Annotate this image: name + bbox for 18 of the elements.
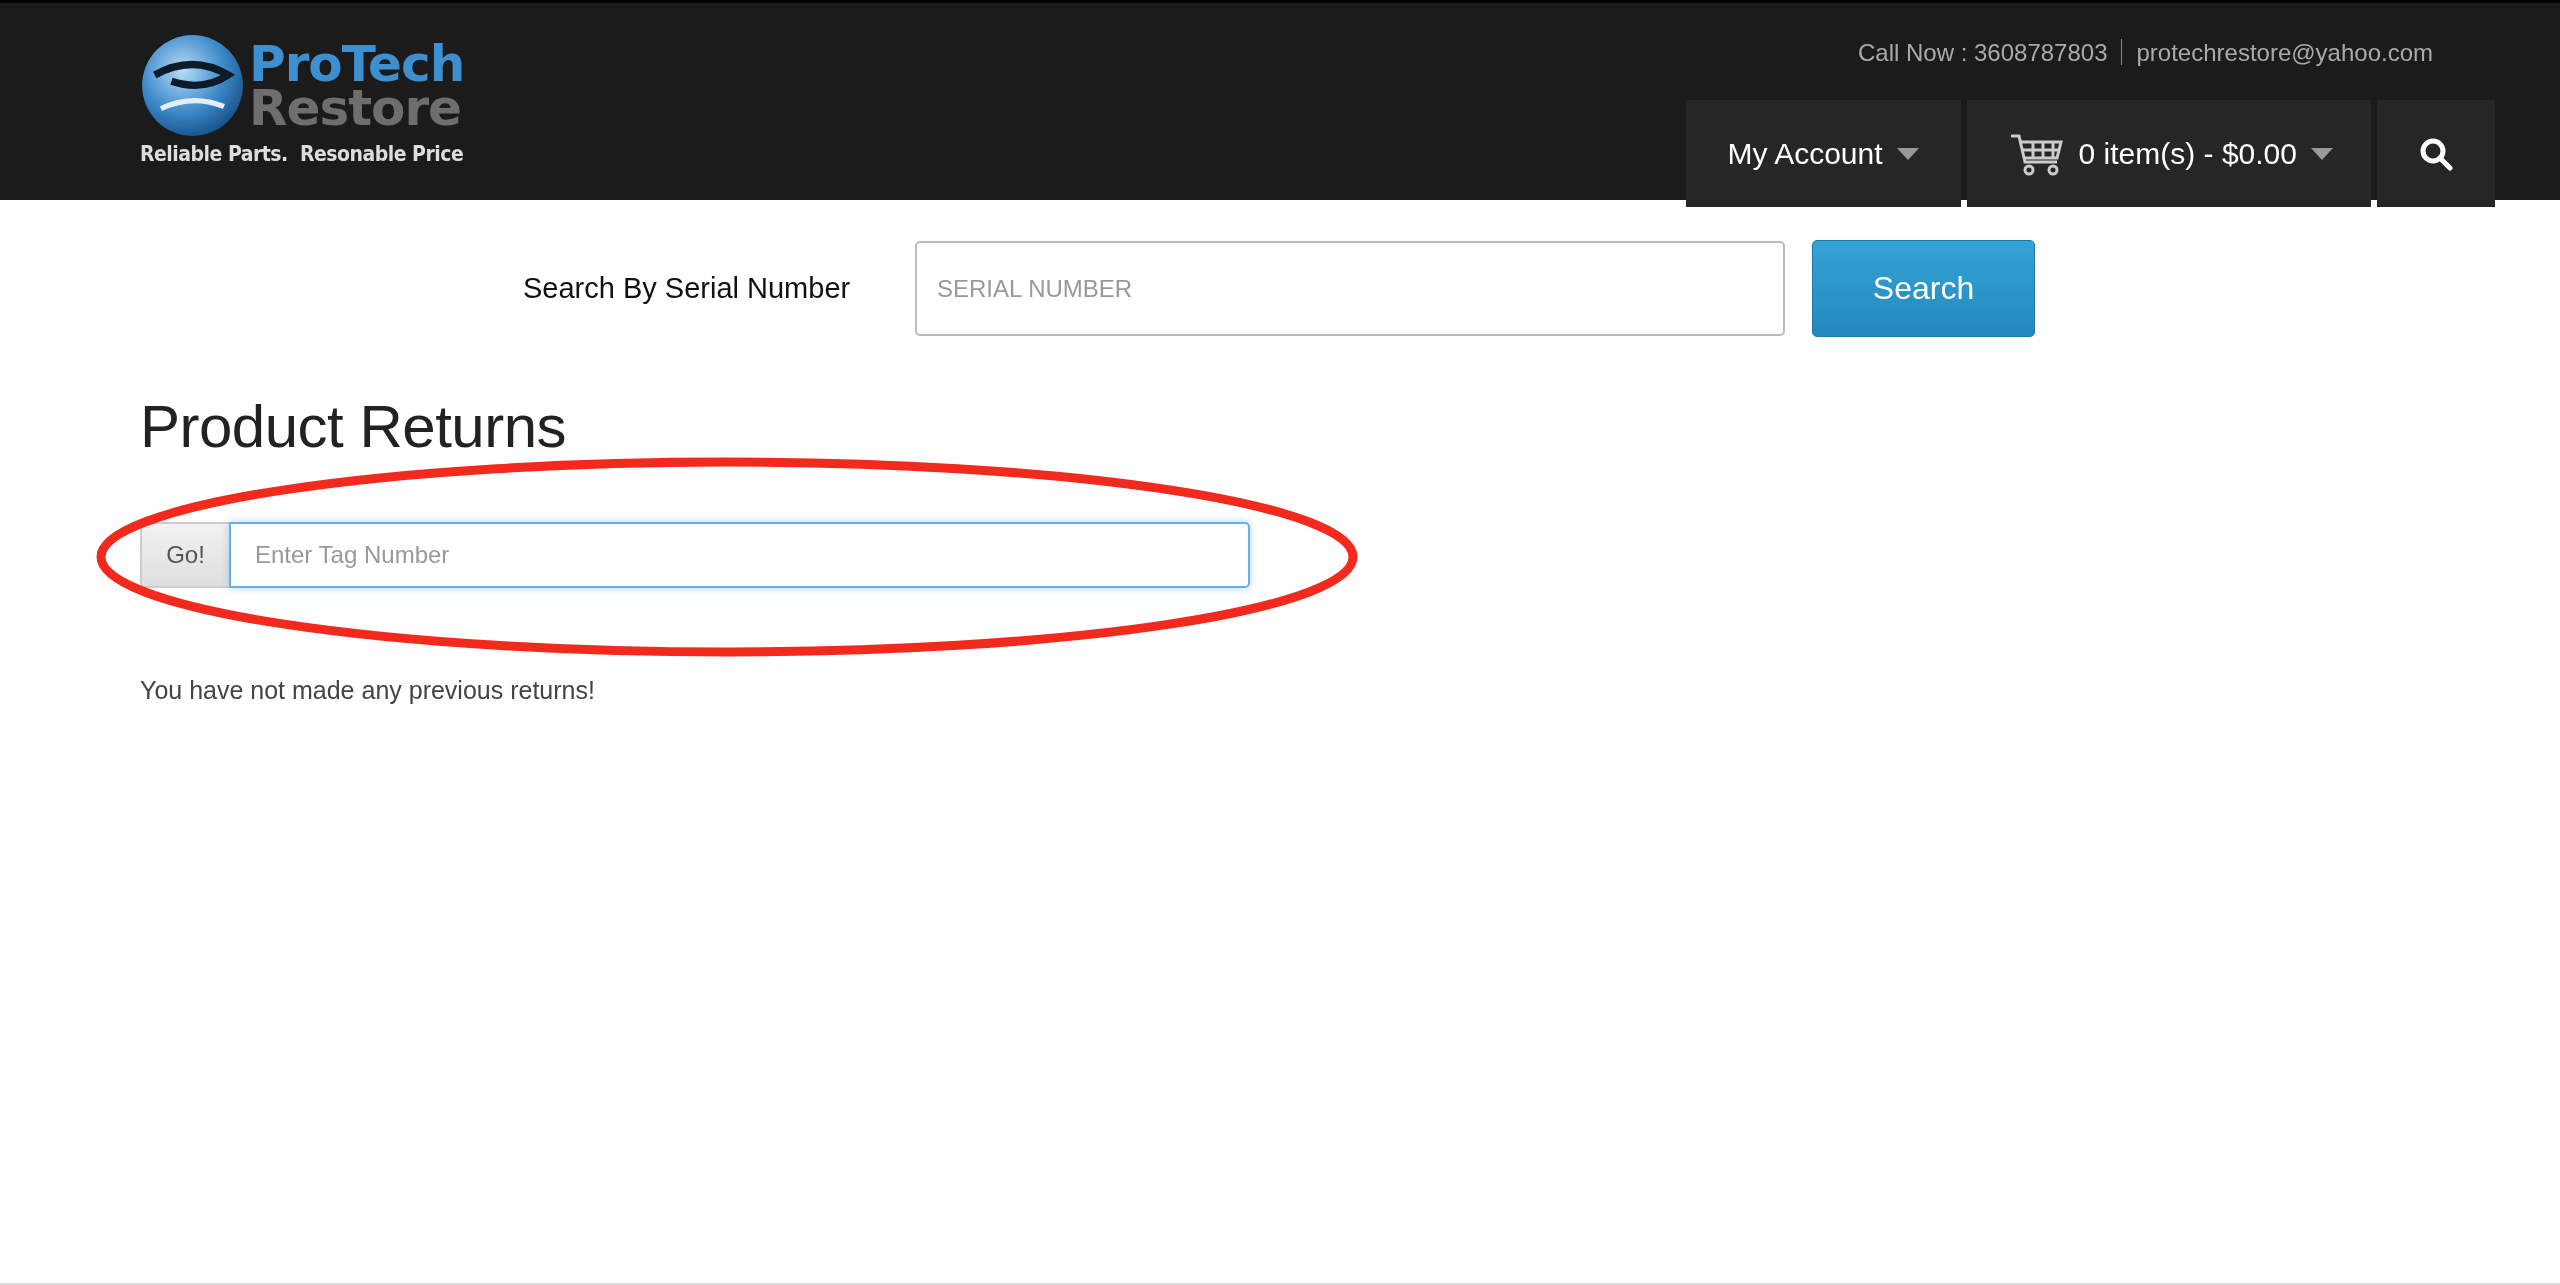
caret-icon xyxy=(1896,147,1919,160)
caret-icon xyxy=(2311,147,2333,160)
search-icon xyxy=(2419,136,2453,171)
returns-message: You have not made any previous returns! xyxy=(140,676,596,705)
logo-tagline: Reliable Parts. Resonable Price xyxy=(140,142,465,166)
logo-text: ProTech xyxy=(249,41,465,86)
go-button[interactable]: Go! xyxy=(140,522,229,588)
search-button[interactable] xyxy=(2377,100,2495,207)
cart-menu[interactable]: 0 item(s) - $0.00 xyxy=(1966,100,2371,207)
serial-number-field[interactable]: SERIAL NUMBER xyxy=(915,241,1785,336)
my-account-menu[interactable]: My Account xyxy=(1685,100,1961,207)
logo-text: Restore xyxy=(249,85,461,138)
search-label: Search By Serial Number xyxy=(523,272,852,305)
tag-number-field[interactable]: Enter Tag Number xyxy=(229,522,1250,588)
phone-text: Call Now : 3608787803 xyxy=(1857,39,2108,67)
page-title: Product Returns xyxy=(140,397,568,457)
globe-logo-icon xyxy=(140,33,245,138)
email-text: protechrestore@yahoo.com xyxy=(2136,39,2433,67)
